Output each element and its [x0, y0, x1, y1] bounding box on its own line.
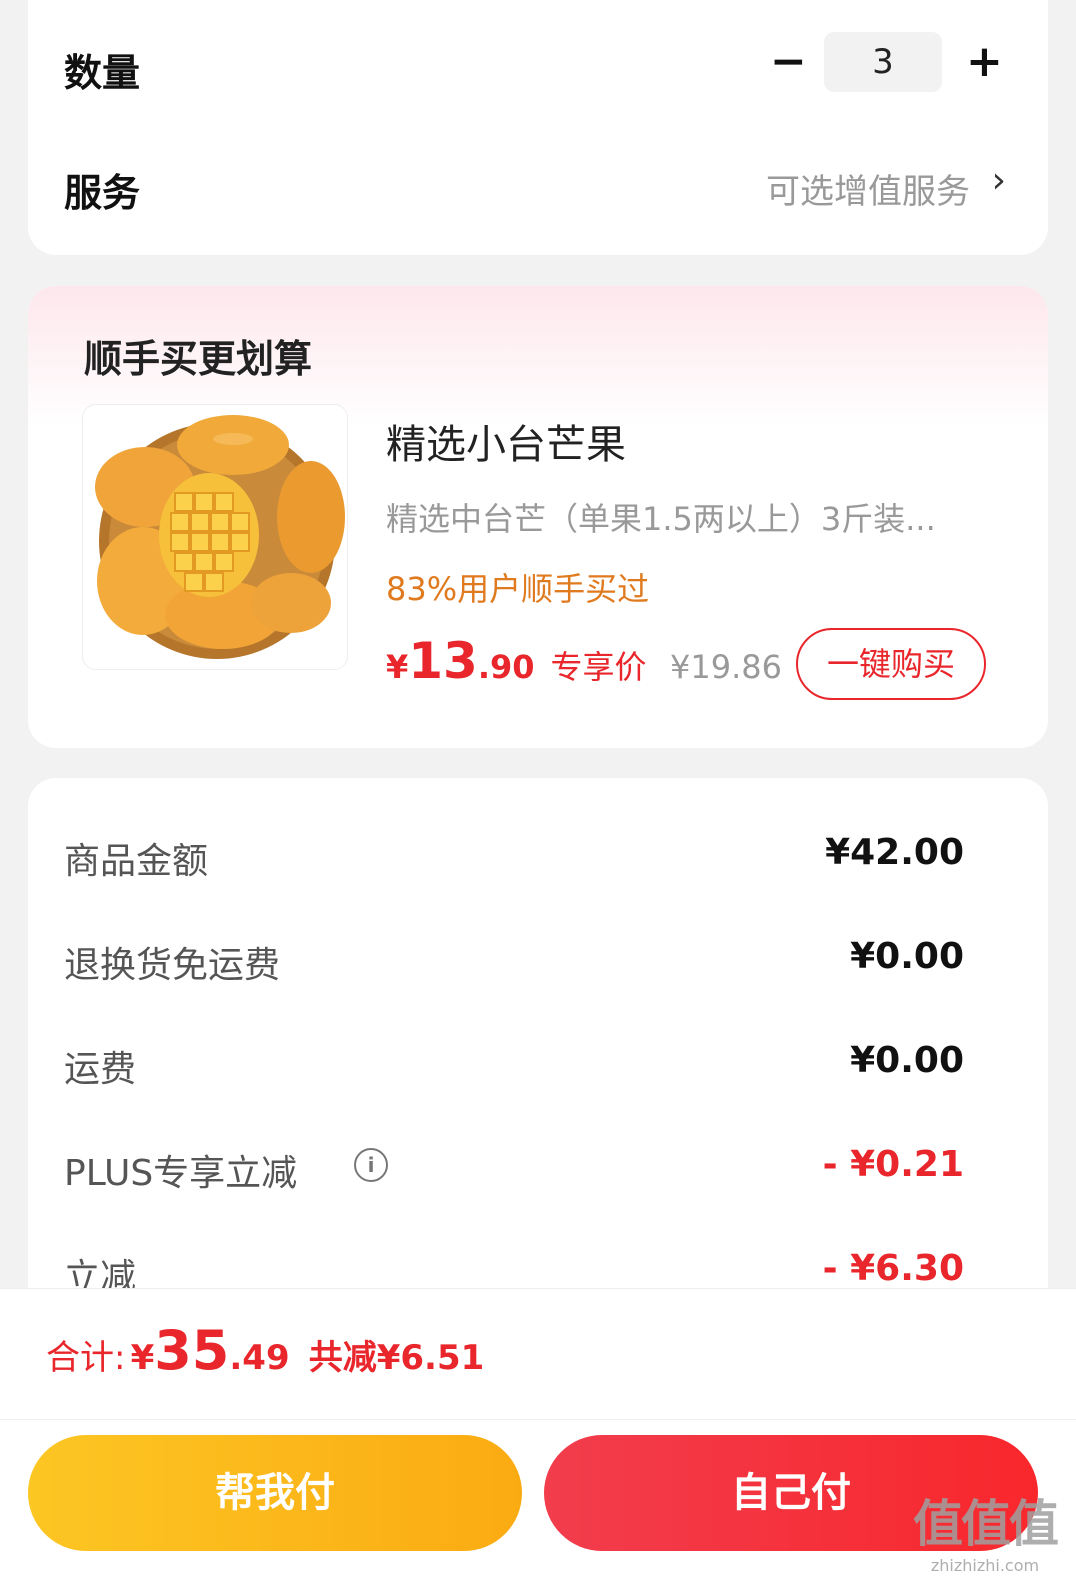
- chevron-right-icon[interactable]: ›: [992, 160, 1006, 201]
- bundle-title: 顺手买更划算: [84, 337, 313, 381]
- summary-label: 运费: [64, 1049, 137, 1090]
- total-saved: 共减¥6.51: [308, 1338, 485, 1378]
- price-currency: ¥: [386, 648, 409, 686]
- watermark-url: zhizhizhi.com: [930, 1556, 1040, 1575]
- watermark-logo: 值值值: [913, 1495, 1059, 1553]
- bundle-offer-card: 顺手买更划算 精选小台芒果 精选中台芒（单果1.5两以上）3斤装... 83%用…: [28, 286, 1048, 748]
- info-icon[interactable]: i: [354, 1148, 388, 1182]
- total-integer: 35: [154, 1319, 230, 1382]
- summary-value: ¥0.00: [850, 1040, 964, 1081]
- divider: [0, 1419, 1076, 1420]
- product-description: 精选中台芒（单果1.5两以上）3斤装...: [386, 500, 936, 538]
- summary-value: - ¥6.30: [822, 1248, 964, 1289]
- one-click-buy-button[interactable]: 一键购买: [796, 628, 986, 700]
- summary-row-shipping: 运费 ¥0.00: [64, 1040, 964, 1090]
- mango-illustration: [95, 415, 345, 659]
- quantity-label: 数量: [64, 51, 141, 95]
- price-tag-label: 专享价: [550, 648, 647, 686]
- total-decimal: .49: [229, 1338, 290, 1378]
- order-options-card: 数量 − 3 + 服务 可选增值服务 ›: [28, 0, 1048, 255]
- mango-image[interactable]: [82, 404, 348, 670]
- summary-row-plus-discount: PLUS专享立减 i - ¥0.21: [64, 1144, 964, 1194]
- increase-quantity-button[interactable]: +: [966, 40, 1003, 84]
- summary-value: - ¥0.21: [822, 1144, 964, 1185]
- service-selector[interactable]: 可选增值服务: [766, 164, 970, 213]
- price-decimal: .90: [477, 648, 535, 686]
- summary-value: ¥42.00: [825, 832, 964, 873]
- original-price: ¥19.86: [670, 648, 782, 686]
- summary-label: 退换货免运费: [64, 945, 281, 986]
- price-integer: 13: [408, 632, 478, 690]
- price-summary-card: 商品金额 ¥42.00 退换货免运费 ¥0.00 运费 ¥0.00 PLUS专享…: [28, 778, 1048, 1338]
- total-label: 合计:: [46, 1338, 126, 1378]
- purchase-stat-text: 83%用户顺手买过: [386, 570, 650, 608]
- order-total: 合计: ¥35.49 共减¥6.51: [46, 1319, 484, 1382]
- site-watermark: 值值值 zhizhizhi.com: [910, 1484, 1060, 1575]
- product-name[interactable]: 精选小台芒果: [386, 412, 626, 470]
- summary-row-goods-amount: 商品金额 ¥42.00: [64, 832, 964, 882]
- summary-label: 商品金额: [64, 841, 209, 882]
- summary-value: ¥0.00: [850, 936, 964, 977]
- decrease-quantity-button[interactable]: −: [770, 40, 807, 84]
- help-me-pay-button[interactable]: 帮我付: [28, 1435, 522, 1551]
- exclusive-price: ¥13.90 专享价: [386, 632, 647, 690]
- service-label: 服务: [64, 171, 141, 215]
- summary-row-return-shipping: 退换货免运费 ¥0.00: [64, 936, 964, 986]
- summary-label: PLUS专享立减: [64, 1153, 298, 1194]
- quantity-input[interactable]: 3: [824, 32, 942, 92]
- total-currency: ¥: [130, 1338, 155, 1378]
